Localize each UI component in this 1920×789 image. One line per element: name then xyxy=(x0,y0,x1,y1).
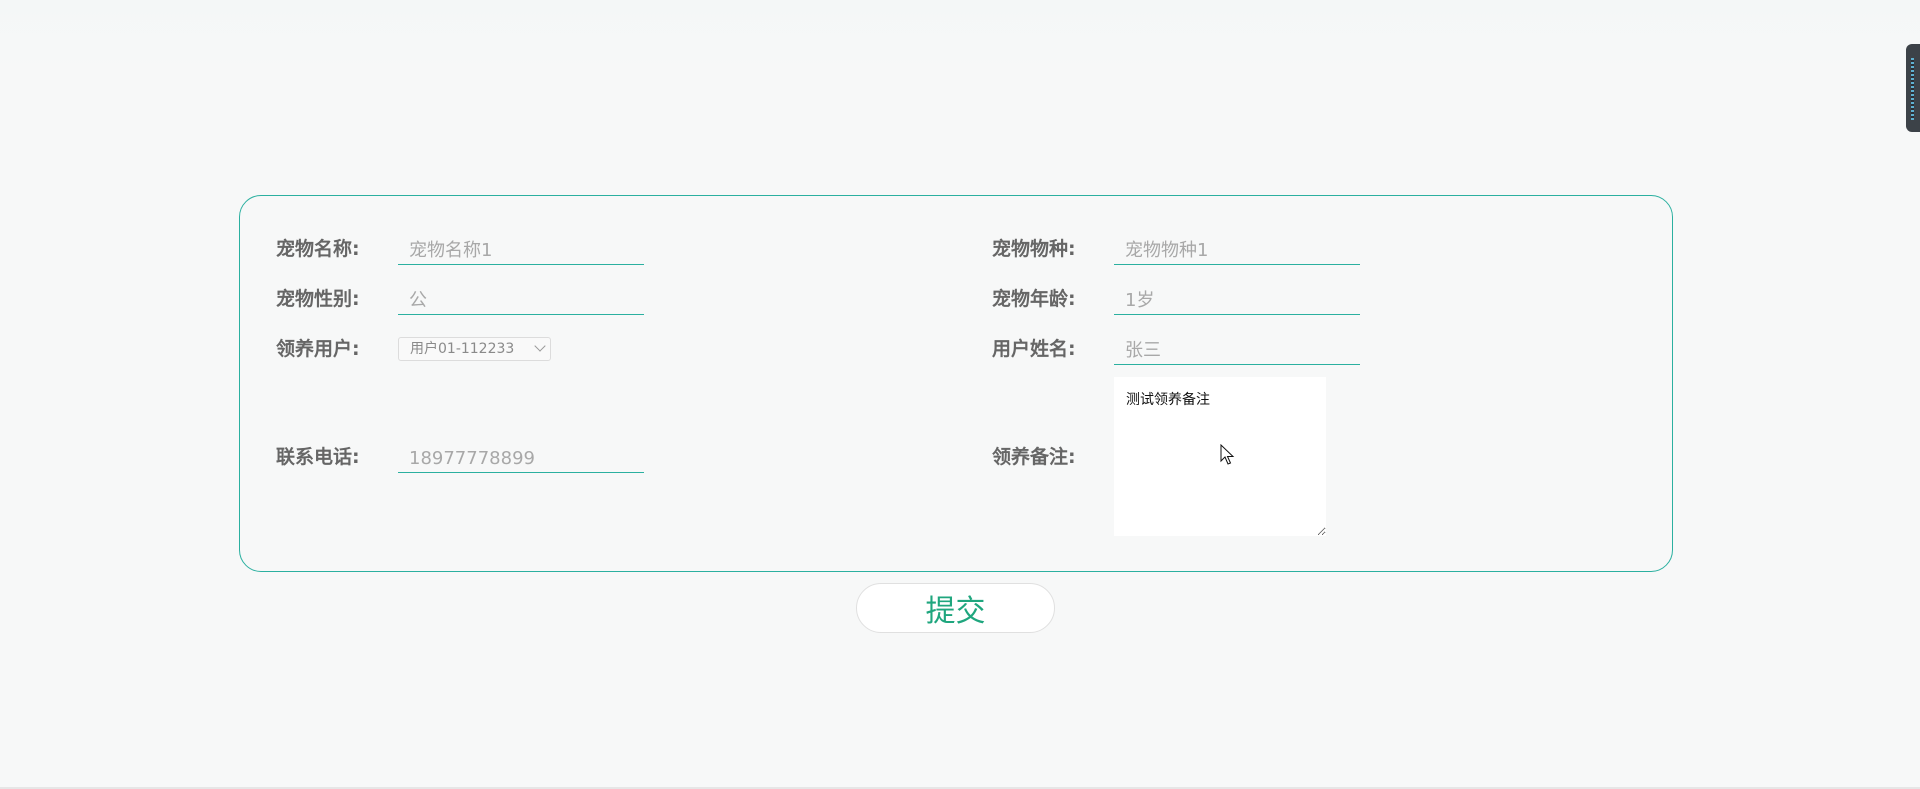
phone-label: 联系电话: xyxy=(276,446,360,468)
pet-age-input[interactable] xyxy=(1114,283,1360,315)
adoption-form-card: 宠物名称: 宠物物种: 宠物性别: 宠物年龄: 领养用户: 用户01-11223… xyxy=(239,195,1673,572)
adopt-user-selected-value: 用户01-112233 xyxy=(410,341,515,357)
adopt-user-select[interactable]: 用户01-112233 xyxy=(398,337,551,361)
mouse-cursor-icon xyxy=(1220,444,1235,465)
pet-species-input[interactable] xyxy=(1114,233,1360,265)
remark-label: 领养备注: xyxy=(992,446,1076,468)
adopt-user-label: 领养用户: xyxy=(276,338,360,360)
pet-gender-input[interactable] xyxy=(398,283,644,315)
scroll-meter xyxy=(1911,58,1914,120)
user-name-label: 用户姓名: xyxy=(992,338,1076,360)
pet-gender-label: 宠物性别: xyxy=(276,288,360,310)
chevron-down-icon xyxy=(534,340,546,352)
pet-name-input[interactable] xyxy=(398,233,644,265)
user-name-input[interactable] xyxy=(1114,333,1360,365)
pet-species-label: 宠物物种: xyxy=(992,238,1076,260)
submit-button[interactable]: 提交 xyxy=(856,583,1055,633)
pet-name-label: 宠物名称: xyxy=(276,238,360,260)
phone-input[interactable] xyxy=(398,441,644,473)
pet-age-label: 宠物年龄: xyxy=(992,288,1076,310)
page: 宠物名称: 宠物物种: 宠物性别: 宠物年龄: 领养用户: 用户01-11223… xyxy=(0,0,1920,789)
side-scroll-handle[interactable] xyxy=(1906,44,1920,132)
